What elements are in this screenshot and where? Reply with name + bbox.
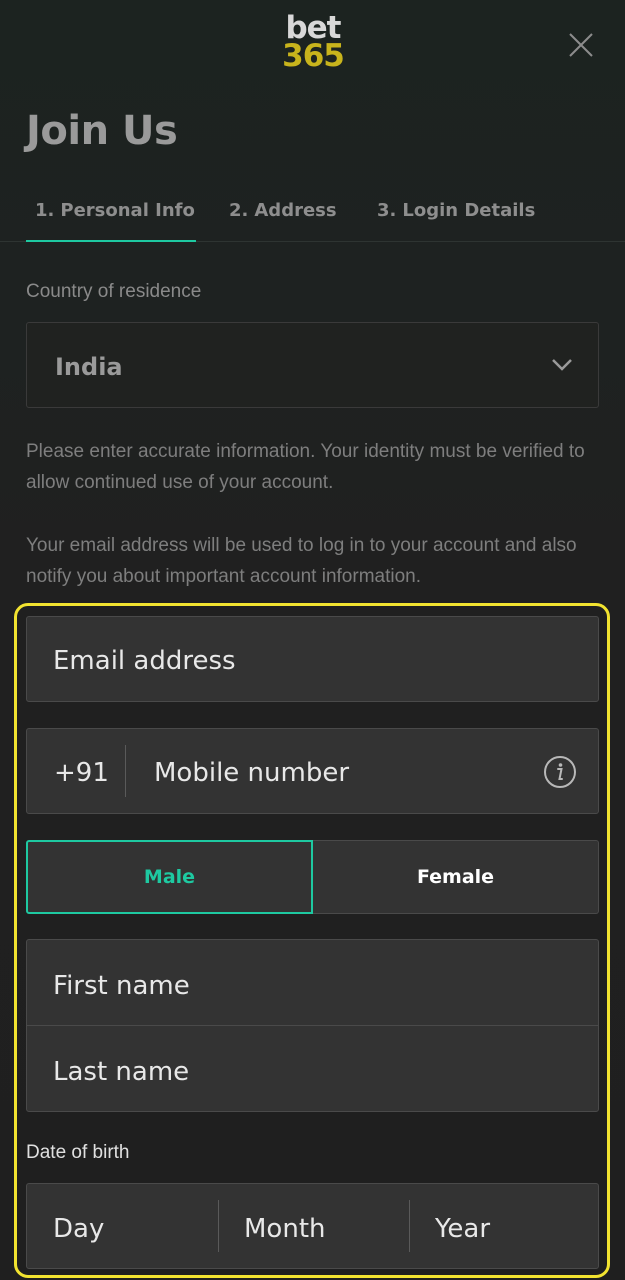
dob-year-label: Year — [435, 1214, 491, 1244]
step-tabs: 1. Personal Info 2. Address 3. Login Detail… — [0, 186, 625, 242]
dob-month-label: Month — [244, 1214, 326, 1244]
close-button[interactable] — [566, 30, 596, 60]
chevron-down-icon — [552, 359, 572, 371]
logo-text-365: 365 — [282, 38, 345, 74]
country-select[interactable]: India — [26, 322, 599, 408]
country-code[interactable]: +91 — [54, 758, 109, 788]
mobile-field[interactable]: +91 Mobile number — [26, 728, 599, 814]
first-name-field[interactable]: First name — [27, 940, 598, 1026]
email-field[interactable]: Email address — [26, 616, 599, 702]
female-button[interactable]: Female — [313, 840, 599, 914]
male-button[interactable]: Male — [26, 840, 313, 914]
first-name-placeholder: First name — [53, 971, 190, 1001]
tab-number: 1. — [35, 200, 55, 221]
dob-day-label: Day — [53, 1214, 105, 1244]
dob-field: Day Month Year — [26, 1183, 599, 1269]
email-info-text: Your email address will be used to log i… — [26, 535, 577, 587]
last-name-field[interactable]: Last name — [27, 1026, 598, 1112]
country-value: India — [55, 353, 123, 381]
header: bet 365 — [0, 0, 625, 90]
country-label: Country of residence — [26, 281, 202, 302]
dob-year-select[interactable]: Year — [409, 1184, 598, 1268]
tab-number: 3. — [377, 200, 397, 221]
bet365-logo[interactable]: bet 365 — [281, 13, 345, 74]
divider — [125, 745, 126, 797]
tab-login-details[interactable]: 3. Login Details — [377, 200, 535, 221]
tab-address[interactable]: 2. Address — [229, 200, 337, 221]
dob-month-select[interactable]: Month — [218, 1184, 409, 1268]
tab-label: Address — [254, 200, 337, 221]
page-title: Join Us — [26, 108, 178, 154]
tab-number: 2. — [229, 200, 249, 221]
mobile-placeholder: Mobile number — [154, 758, 350, 788]
email-placeholder: Email address — [53, 646, 236, 676]
tab-label: Login Details — [402, 200, 536, 221]
tab-personal-info[interactable]: 1. Personal Info — [26, 200, 196, 242]
info-icon[interactable] — [543, 755, 577, 789]
close-icon — [569, 33, 593, 57]
dob-label: Date of birth — [26, 1142, 130, 1163]
identity-info-text: Please enter accurate information. Your … — [26, 441, 585, 493]
name-fields: First name Last name — [26, 939, 599, 1112]
gender-toggle: Male Female — [26, 840, 599, 914]
tab-label: Personal Info — [60, 200, 195, 221]
dob-day-select[interactable]: Day — [27, 1184, 218, 1268]
last-name-placeholder: Last name — [53, 1057, 190, 1087]
